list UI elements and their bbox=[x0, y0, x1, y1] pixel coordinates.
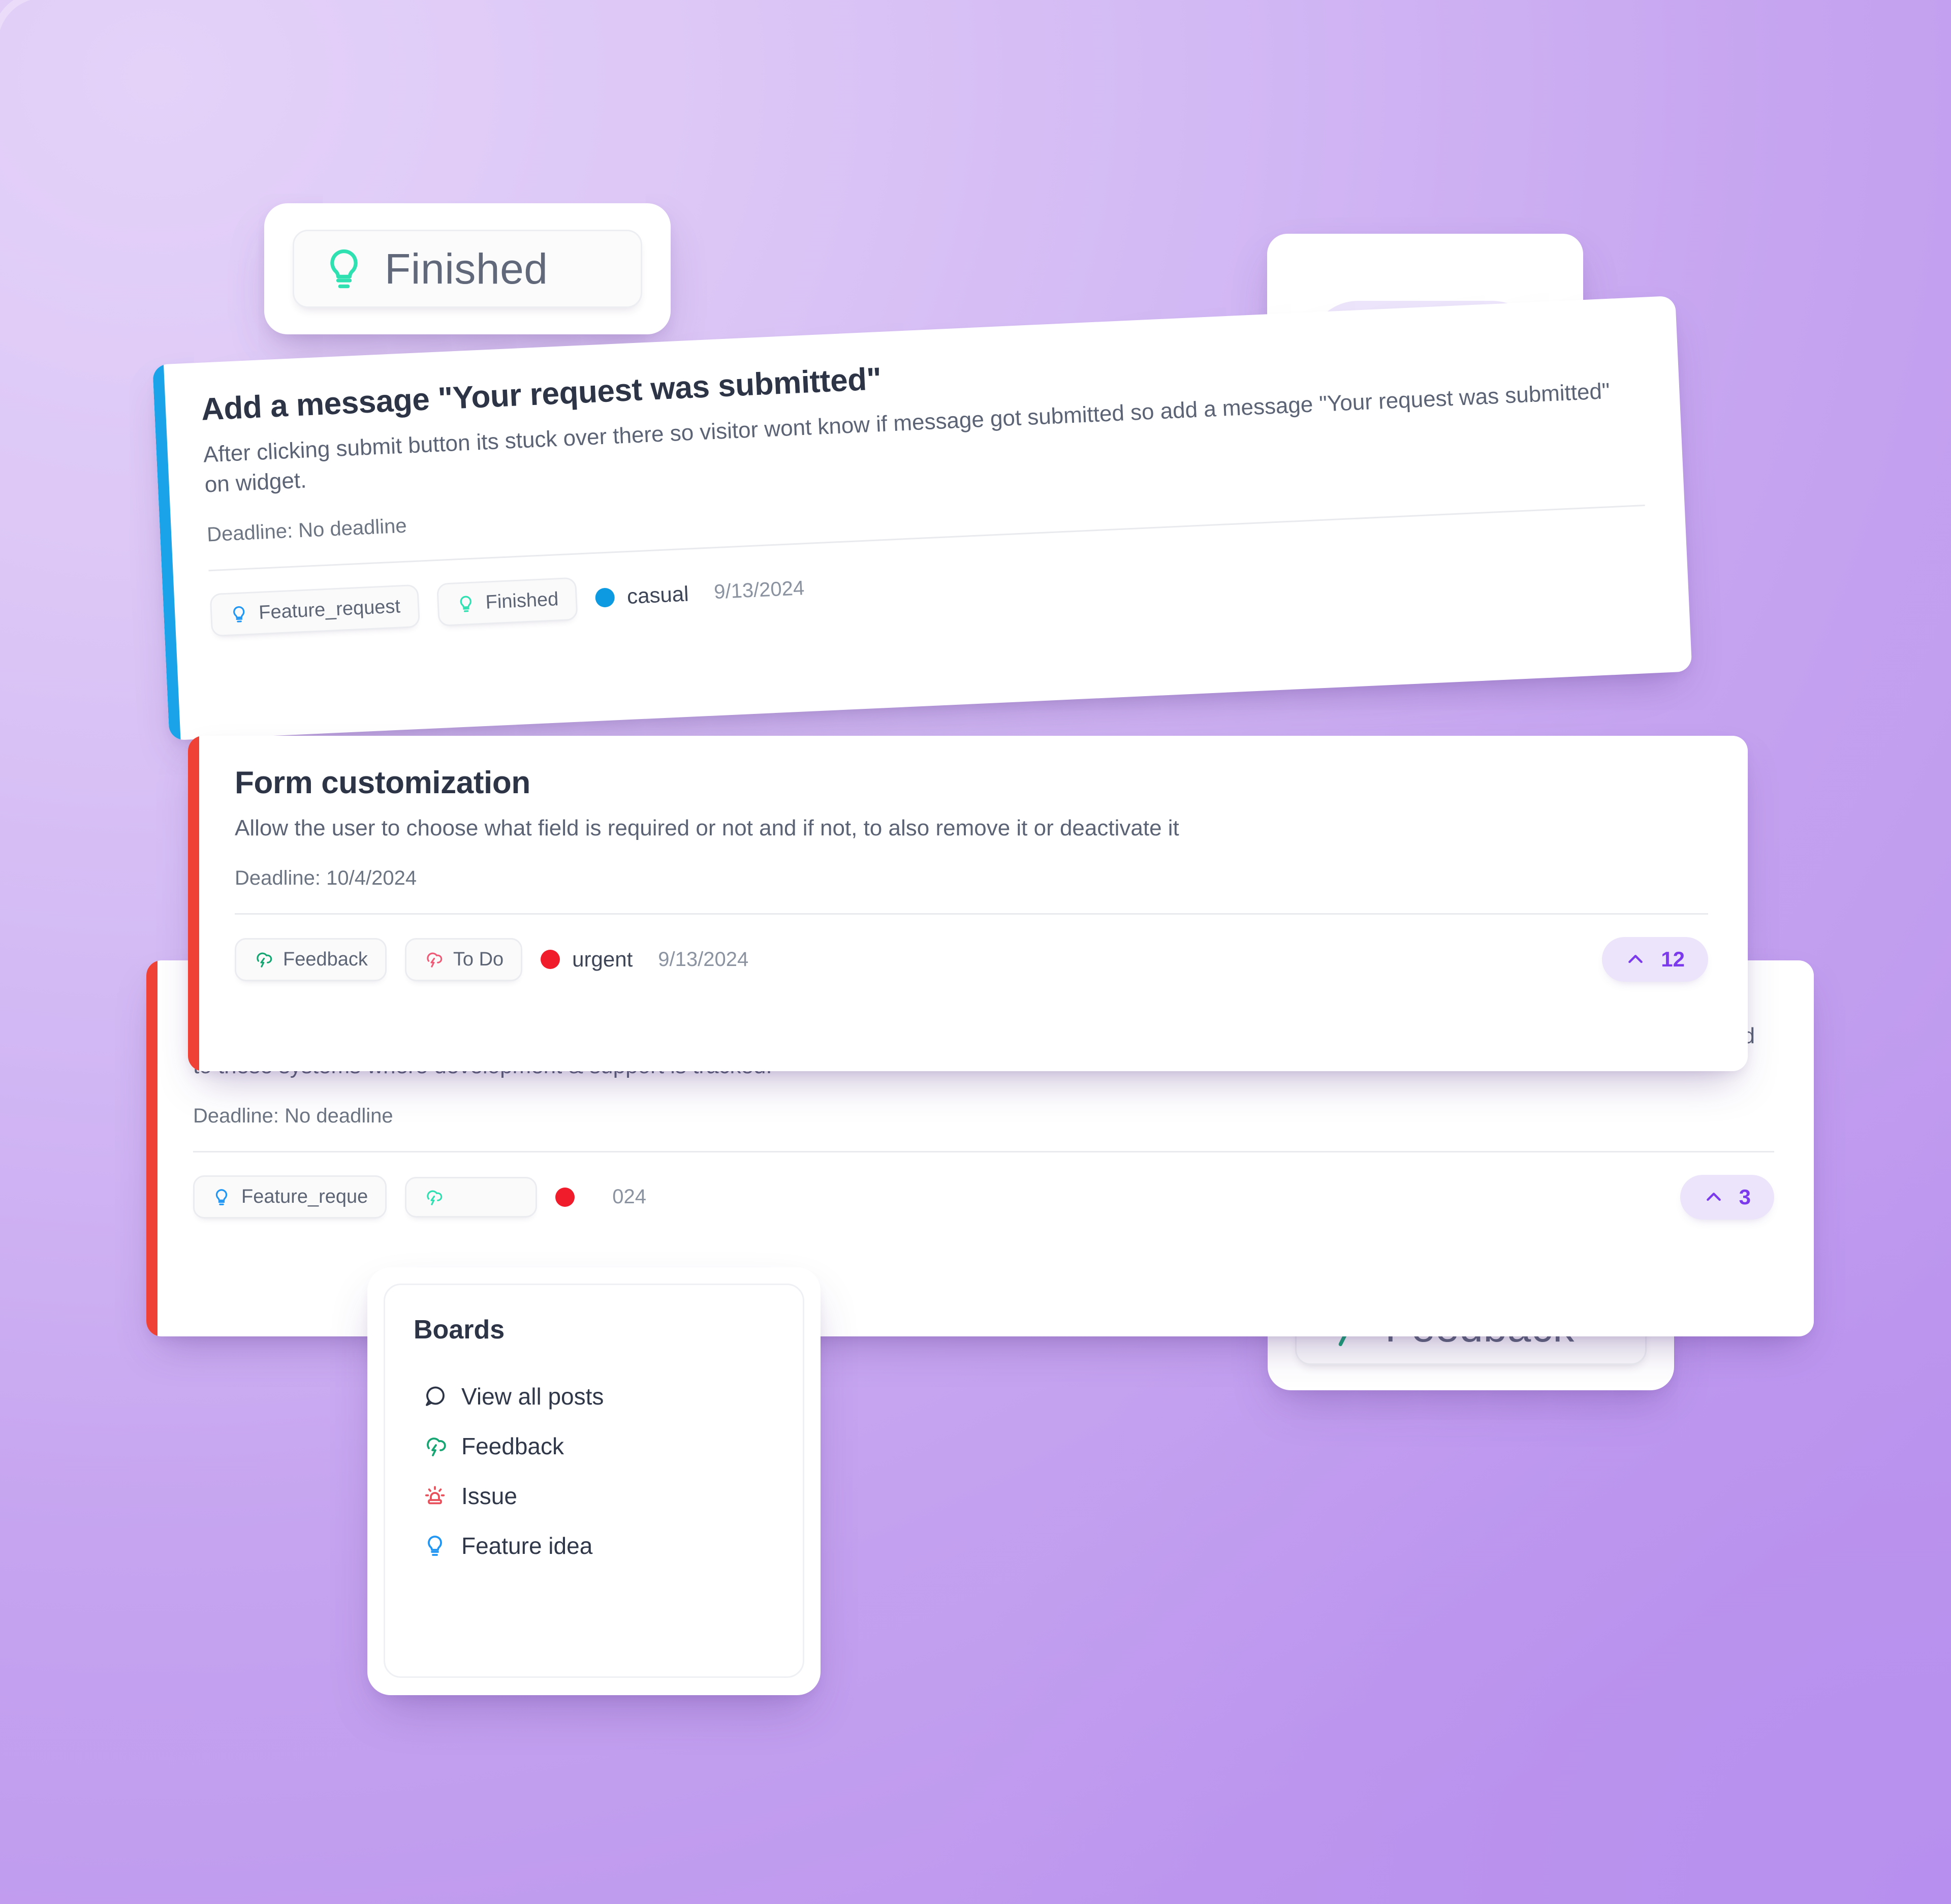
post-date: 024 bbox=[612, 1185, 647, 1208]
post-card[interactable]: Add a message "Your request was submitte… bbox=[152, 295, 1692, 741]
post-body: Form customization Allow the user to cho… bbox=[188, 736, 1748, 915]
app-canvas: Add a message "Your request was submitte… bbox=[0, 0, 1951, 1904]
speech-bubble-icon bbox=[423, 1384, 447, 1409]
boards-item-feature-idea[interactable]: Feature idea bbox=[414, 1521, 774, 1571]
tag-feature-request[interactable]: Feature_reque bbox=[193, 1175, 387, 1219]
upvote-button[interactable]: 3 bbox=[1680, 1174, 1774, 1220]
corner-notch bbox=[0, 0, 59, 59]
boards-item-view-all-posts[interactable]: View all posts bbox=[414, 1371, 774, 1421]
priority-label: casual bbox=[626, 581, 689, 608]
finished-label: Finished bbox=[385, 244, 548, 293]
cloud-lightning-icon bbox=[423, 1434, 447, 1458]
boards-item-label: Issue bbox=[461, 1483, 517, 1509]
tag-status[interactable] bbox=[405, 1176, 538, 1218]
boards-menu: Boards View all posts Feedback Issue Fea… bbox=[367, 1267, 821, 1695]
boards-item-label: Feature idea bbox=[461, 1533, 593, 1559]
cloud-lightning-icon bbox=[254, 950, 273, 969]
post-deadline: Deadline: 10/4/2024 bbox=[235, 867, 417, 890]
cloud-lightning-icon bbox=[424, 1188, 443, 1207]
post-meta-row: Feature_reque 024 3 bbox=[146, 1152, 1814, 1244]
priority-label: urgent bbox=[572, 947, 633, 972]
upvote-button[interactable]: 12 bbox=[1602, 937, 1708, 982]
upvote-count: 12 bbox=[1661, 947, 1685, 972]
boards-menu-inner: Boards View all posts Feedback Issue Fea… bbox=[384, 1284, 804, 1678]
tag-label: Finished bbox=[485, 588, 559, 614]
tag-feature-request[interactable]: Feature_request bbox=[209, 584, 420, 637]
boards-item-label: View all posts bbox=[461, 1383, 604, 1410]
lightbulb-icon bbox=[321, 245, 367, 292]
tag-label: To Do bbox=[453, 948, 504, 970]
boards-item-label: Feedback bbox=[461, 1433, 564, 1459]
siren-icon bbox=[423, 1484, 447, 1508]
post-accent-bar bbox=[146, 960, 158, 1336]
post-date: 9/13/2024 bbox=[658, 948, 749, 971]
tag-label: Feature_request bbox=[258, 596, 401, 624]
boards-title: Boards bbox=[414, 1315, 505, 1345]
tag-feedback[interactable]: Feedback bbox=[235, 938, 387, 981]
boards-item-feedback[interactable]: Feedback bbox=[414, 1421, 774, 1471]
cloud-lightning-icon bbox=[424, 950, 443, 969]
priority-dot bbox=[541, 950, 560, 970]
post-date: 9/13/2024 bbox=[713, 577, 805, 604]
chevron-up-icon bbox=[1625, 949, 1646, 970]
boards-item-issue[interactable]: Issue bbox=[414, 1471, 774, 1521]
post-card[interactable]: Form customization Allow the user to cho… bbox=[188, 736, 1748, 1071]
background-watermark bbox=[442, 1700, 686, 1904]
tag-finished[interactable]: Finished bbox=[436, 577, 579, 627]
lightbulb-icon bbox=[229, 604, 249, 625]
priority-dot bbox=[555, 1187, 575, 1207]
post-meta-row: Feedback To Do urgent 9/13/2024 12 bbox=[188, 915, 1748, 1006]
lightbulb-icon bbox=[212, 1188, 231, 1207]
tag-todo[interactable]: To Do bbox=[404, 938, 523, 981]
lightbulb-icon bbox=[423, 1534, 447, 1558]
floating-finished-badge[interactable]: Finished bbox=[264, 203, 671, 334]
post-deadline: Deadline: No deadline bbox=[193, 1104, 393, 1127]
tag-label: Feedback bbox=[283, 948, 368, 970]
tag-label: Feature_reque bbox=[241, 1186, 368, 1208]
lightbulb-icon bbox=[456, 594, 476, 614]
chevron-up-icon bbox=[1704, 1187, 1724, 1207]
upvote-count: 3 bbox=[1739, 1184, 1751, 1209]
post-accent-bar bbox=[188, 736, 199, 1071]
post-title: Form customization bbox=[235, 765, 530, 800]
post-description: Allow the user to choose what field is r… bbox=[235, 816, 1179, 841]
finished-chip[interactable]: Finished bbox=[293, 230, 642, 308]
priority-dot bbox=[595, 587, 616, 608]
